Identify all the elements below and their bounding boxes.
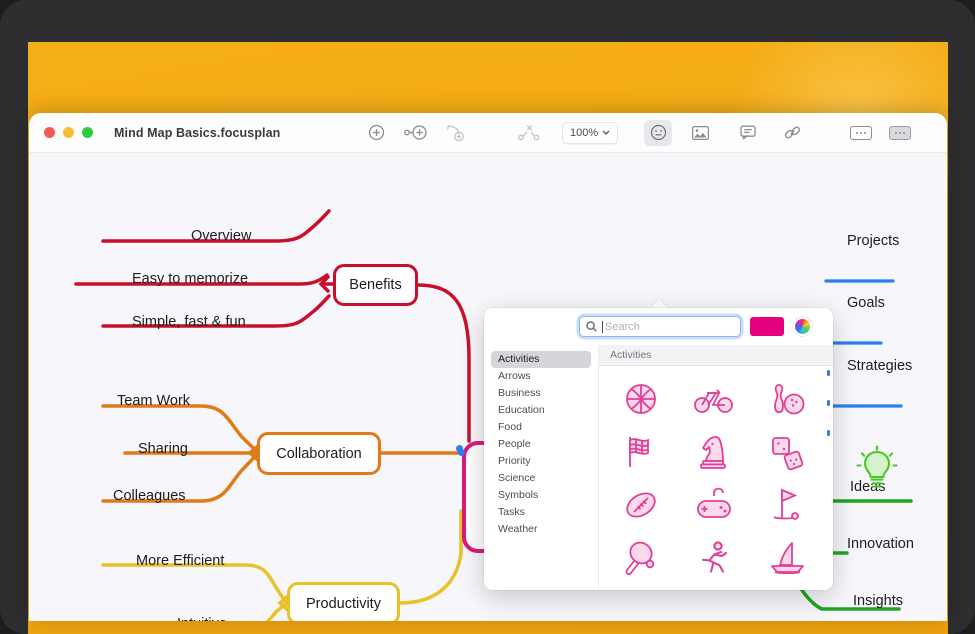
bicycle-sticker[interactable] — [678, 372, 751, 425]
sailboat-sticker[interactable] — [750, 531, 823, 584]
leaf-sharing[interactable]: Sharing — [138, 441, 188, 457]
sticker-popover[interactable]: Search Activities Arrows Business Educat… — [484, 308, 833, 590]
category-item-education[interactable]: Education — [491, 402, 591, 419]
leaf-team-work[interactable]: Team Work — [117, 393, 190, 409]
minimize-button[interactable] — [63, 127, 74, 138]
zoom-level-label: 100% — [570, 126, 599, 139]
leaf-simple-fast-fun[interactable]: Simple, fast & fun — [132, 314, 246, 330]
leaf-intuitive[interactable]: Intuitive — [177, 616, 227, 621]
link-button[interactable] — [778, 120, 806, 146]
document-title: Mind Map Basics.focusplan — [114, 125, 281, 140]
popover-body: Activities Arrows Business Education Foo… — [484, 345, 833, 590]
leaf-colleagues[interactable]: Colleagues — [113, 488, 186, 504]
notes-icon — [850, 125, 872, 140]
more-icon — [889, 125, 911, 140]
category-item-people[interactable]: People — [491, 436, 591, 453]
leaf-overview[interactable]: Overview — [191, 228, 251, 244]
sticker-button[interactable] — [644, 119, 672, 146]
search-input[interactable]: Search — [579, 316, 741, 337]
leaf-insights[interactable]: Insights — [853, 593, 903, 609]
image-button[interactable] — [686, 120, 714, 146]
category-item-weather[interactable]: Weather — [491, 521, 591, 538]
remove-relation-button[interactable] — [515, 120, 543, 146]
text-caret — [602, 320, 603, 333]
checkered-flag-sticker[interactable] — [605, 425, 678, 478]
lightbulb-sticker — [851, 443, 903, 500]
app-window: Mind Map Basics.focusplan 100% Benefits … — [29, 113, 947, 621]
node-benefits[interactable]: Benefits — [333, 264, 418, 306]
running-sticker[interactable] — [678, 531, 751, 584]
notes-button[interactable] — [847, 120, 875, 146]
search-placeholder: Search — [605, 320, 640, 333]
ping-pong-sticker[interactable] — [605, 531, 678, 584]
dice-sticker[interactable] — [750, 425, 823, 478]
leaf-goals[interactable]: Goals — [847, 295, 885, 311]
add-relation-button[interactable] — [442, 120, 470, 146]
game-controller-sticker[interactable] — [678, 478, 751, 531]
leaf-innovation[interactable]: Innovation — [847, 536, 914, 552]
leaf-easy-to-memorize[interactable]: Easy to memorize — [132, 271, 248, 287]
sticker-pane: Activities — [599, 345, 833, 590]
leaf-more-efficient[interactable]: More Efficient — [136, 553, 224, 569]
color-wheel-button[interactable] — [793, 317, 812, 336]
titlebar: Mind Map Basics.focusplan 100% — [29, 113, 947, 153]
mindmap-canvas[interactable]: Mind Mapping Benefits Overview Easy to m… — [29, 153, 947, 621]
leaf-strategies[interactable]: Strategies — [847, 358, 912, 374]
category-item-symbols[interactable]: Symbols — [491, 487, 591, 504]
category-list[interactable]: Activities Arrows Business Education Foo… — [484, 345, 599, 590]
maximize-button[interactable] — [82, 127, 93, 138]
search-icon — [586, 321, 597, 332]
node-productivity[interactable]: Productivity — [287, 582, 400, 621]
category-item-science[interactable]: Science — [491, 470, 591, 487]
category-item-activities[interactable]: Activities — [491, 351, 591, 368]
close-button[interactable] — [44, 127, 55, 138]
toolbar-left-group — [362, 120, 543, 146]
color-swatch-button[interactable] — [750, 317, 784, 336]
zoom-control[interactable]: 100% — [562, 121, 619, 144]
chess-knight-sticker[interactable] — [678, 425, 751, 478]
leaf-projects[interactable]: Projects — [847, 233, 899, 249]
category-item-food[interactable]: Food — [491, 419, 591, 436]
sticker-section-title: Activities — [599, 345, 833, 366]
sticker-scrollbar[interactable] — [827, 370, 830, 530]
sticker-grid[interactable] — [599, 366, 833, 590]
category-item-arrows[interactable]: Arrows — [491, 368, 591, 385]
more-button[interactable] — [886, 120, 914, 146]
add-topic-button[interactable] — [362, 120, 390, 146]
golf-flag-sticker[interactable] — [750, 478, 823, 531]
traffic-lights — [29, 127, 93, 138]
device-frame: Mind Map Basics.focusplan 100% Benefits … — [0, 0, 975, 634]
toolbar-right-group — [734, 120, 947, 146]
collaboration-anchor[interactable] — [458, 449, 465, 456]
bowling-sticker[interactable] — [750, 372, 823, 425]
popover-header: Search — [484, 308, 833, 345]
chevron-down-icon — [602, 130, 610, 135]
node-collaboration[interactable]: Collaboration — [257, 432, 381, 475]
category-item-priority[interactable]: Priority — [491, 453, 591, 470]
add-subtopic-button[interactable] — [402, 120, 430, 146]
category-item-tasks[interactable]: Tasks — [491, 504, 591, 521]
comment-button[interactable] — [734, 120, 762, 146]
category-item-business[interactable]: Business — [491, 385, 591, 402]
toolbar-center-group — [644, 119, 714, 146]
football-sticker[interactable] — [605, 478, 678, 531]
basketball-sticker[interactable] — [605, 372, 678, 425]
